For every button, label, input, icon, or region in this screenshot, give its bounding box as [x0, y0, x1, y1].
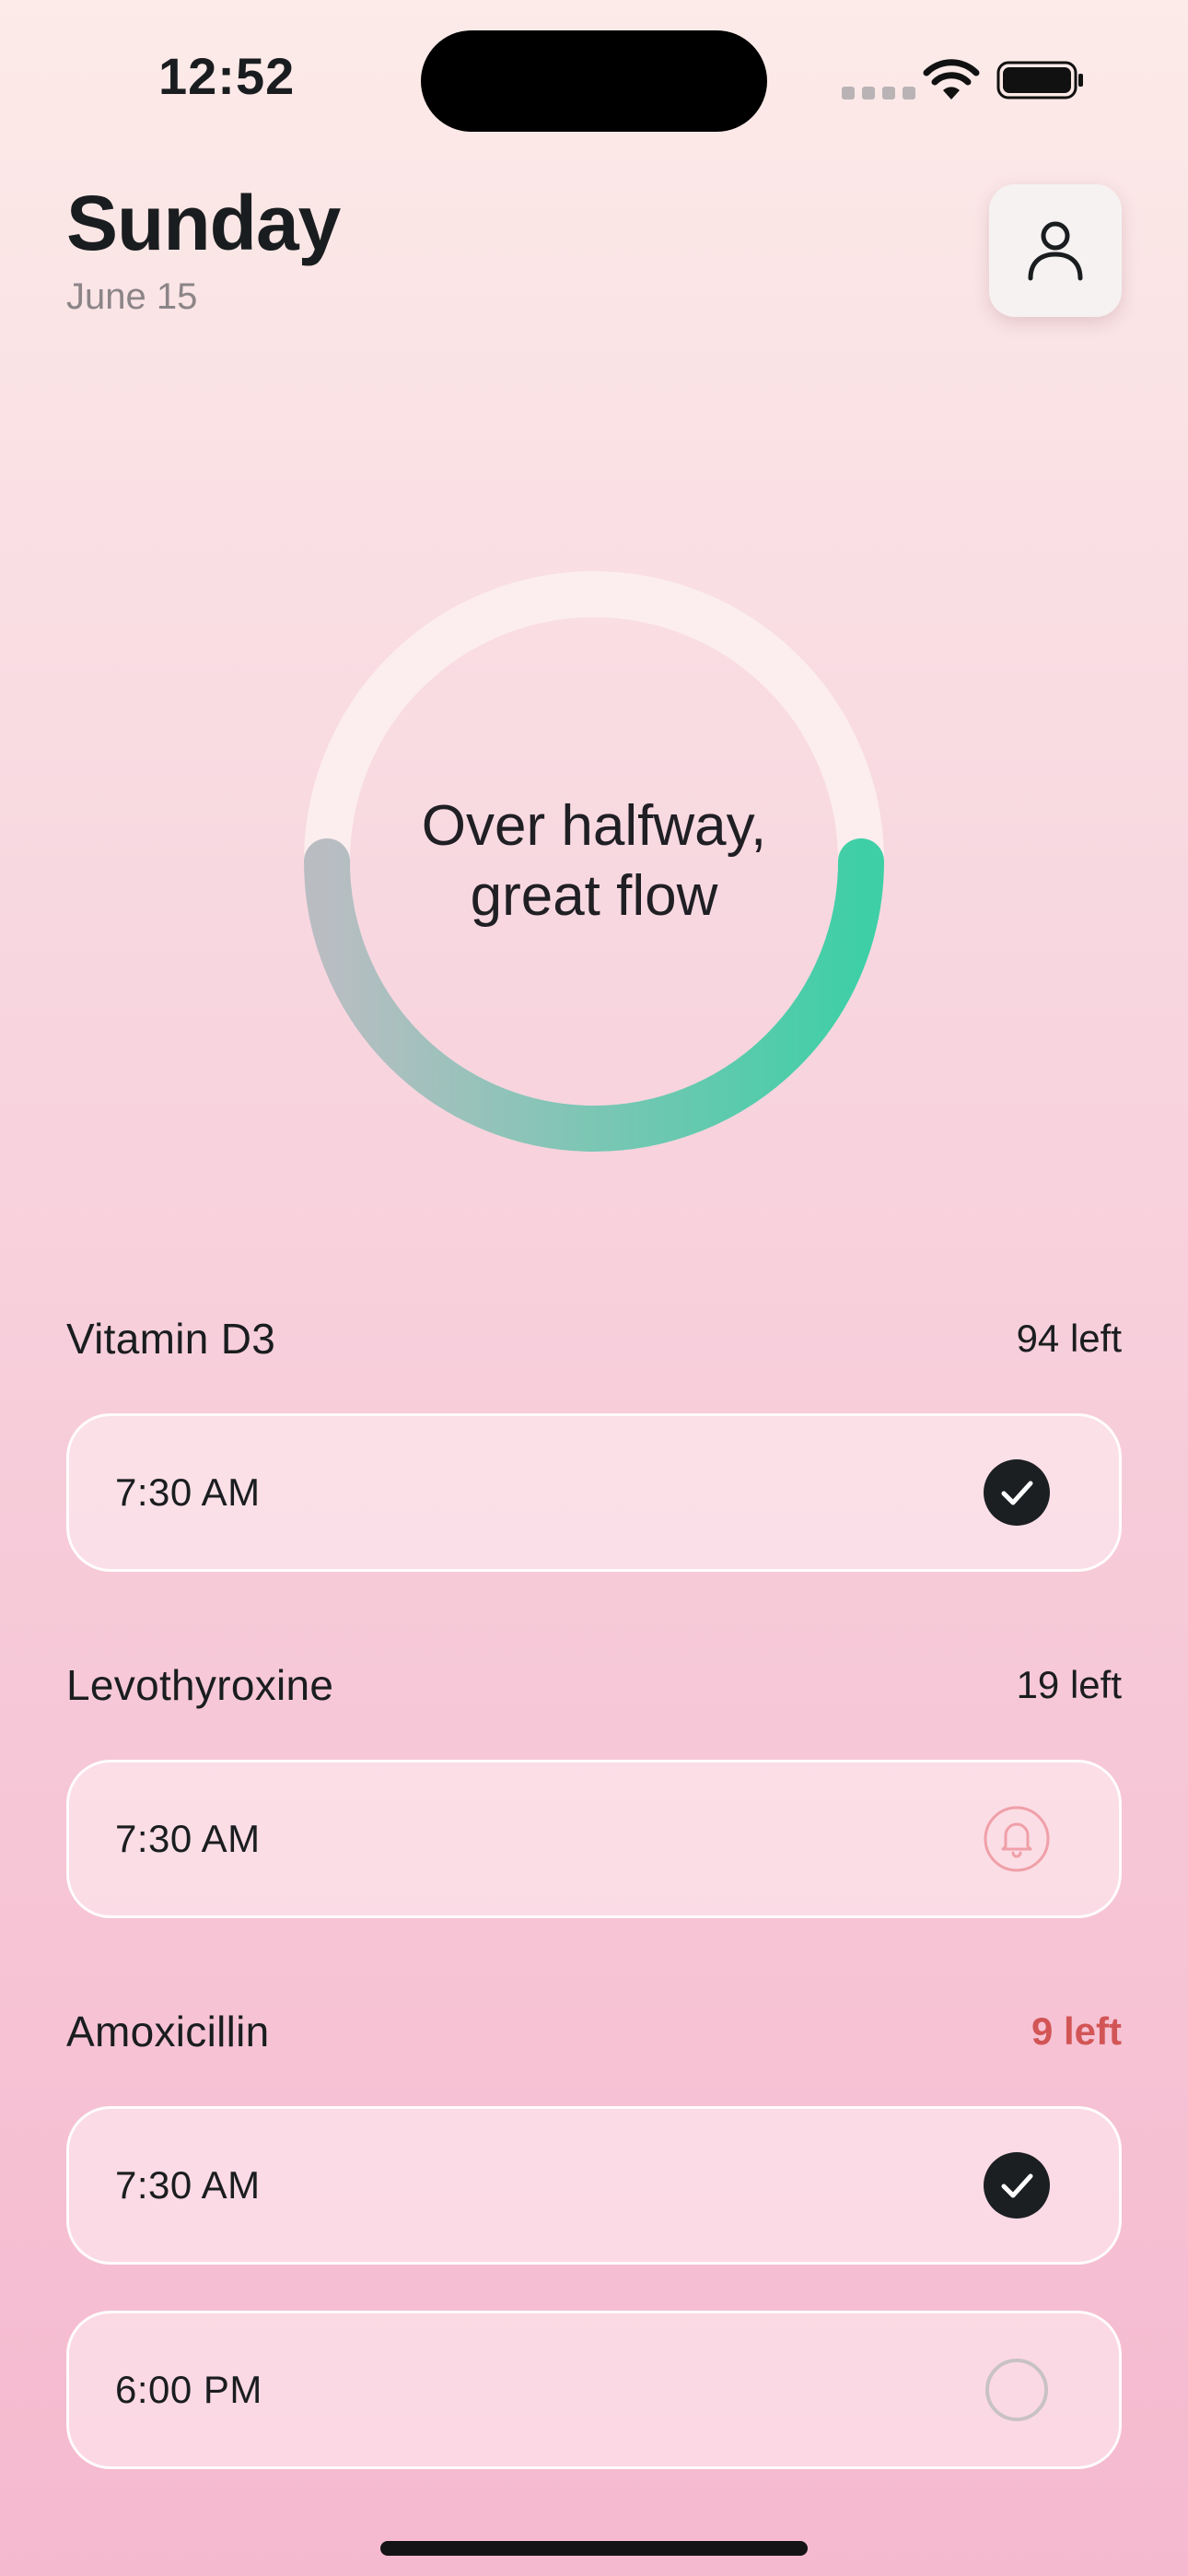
- bell-icon[interactable]: [983, 1805, 1051, 1873]
- pills-remaining: 19 left: [1016, 1663, 1122, 1706]
- progress-message-line2: great flow: [470, 864, 718, 928]
- dynamic-island: [421, 30, 767, 132]
- battery-icon: [996, 61, 1083, 100]
- date-subtitle: June 15: [66, 276, 198, 317]
- progress-message: Over halfway, great flow: [304, 571, 884, 1152]
- check-circle-icon[interactable]: [983, 2151, 1051, 2219]
- pills-remaining: 94 left: [1016, 1317, 1122, 1360]
- medication-header: Levothyroxine 19 left: [66, 1660, 1122, 1710]
- medication-name: Vitamin D3: [66, 1315, 276, 1363]
- wifi-icon: [923, 59, 980, 100]
- empty-circle-icon[interactable]: [983, 2356, 1051, 2424]
- check-circle-icon[interactable]: [983, 1458, 1051, 1527]
- cellular-signal-icon: [842, 87, 915, 100]
- dose-row[interactable]: 7:30 AM: [66, 1413, 1122, 1572]
- medication-name: Amoxicillin: [66, 2008, 270, 2055]
- progress-message-line1: Over halfway,: [421, 794, 767, 859]
- medication-name: Levothyroxine: [66, 1661, 334, 1709]
- dose-row[interactable]: 7:30 AM: [66, 2106, 1122, 2265]
- dose-row[interactable]: 6:00 PM: [66, 2311, 1122, 2469]
- page-title: Sunday: [66, 180, 341, 266]
- person-icon: [1028, 221, 1083, 281]
- medication-header: Vitamin D3 94 left: [66, 1314, 1122, 1364]
- dose-time: 7:30 AM: [115, 2163, 261, 2207]
- profile-button[interactable]: [989, 184, 1122, 317]
- dose-time: 6:00 PM: [115, 2368, 262, 2411]
- medication-header: Amoxicillin 9 left: [66, 2007, 1122, 2056]
- pills-remaining-low: 9 left: [1031, 2009, 1122, 2053]
- status-bar-time: 12:52: [158, 47, 296, 105]
- dose-row[interactable]: 7:30 AM: [66, 1760, 1122, 1918]
- dose-time: 7:30 AM: [115, 1817, 261, 1860]
- progress-ring: Over halfway, great flow: [304, 571, 884, 1152]
- home-indicator[interactable]: [380, 2541, 808, 2556]
- dose-time: 7:30 AM: [115, 1470, 261, 1514]
